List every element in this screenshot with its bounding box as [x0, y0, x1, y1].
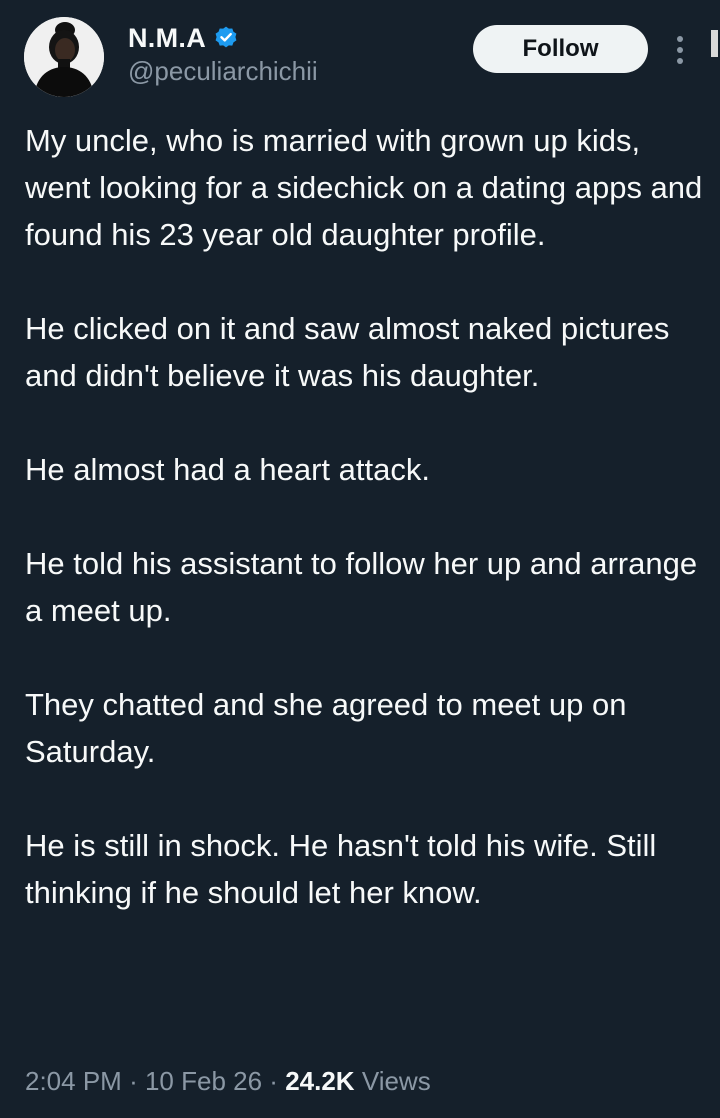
tweet-paragraph: He told his assistant to follow her up a… [25, 546, 698, 628]
tweet-meta: 2:04 PM · 10 Feb 26 · 24.2K Views [25, 1066, 431, 1097]
tweet-header: N.M.A @peculiarchichii Follow [0, 0, 720, 110]
views-label: Views [361, 1066, 431, 1096]
tweet-paragraph: My uncle, who is married with grown up k… [25, 123, 703, 252]
user-handle[interactable]: @peculiarchichii [128, 56, 318, 87]
display-name-row: N.M.A [128, 20, 239, 56]
tweet-time[interactable]: 2:04 PM [25, 1066, 122, 1096]
tweet-date[interactable]: 10 Feb 26 [145, 1066, 262, 1096]
follow-button[interactable]: Follow [473, 25, 648, 73]
meta-separator: · [269, 1066, 278, 1096]
views-count: 24.2K [285, 1066, 355, 1096]
avatar[interactable] [24, 17, 104, 97]
avatar-portrait-icon [24, 17, 104, 97]
tweet-text: My uncle, who is married with grown up k… [25, 117, 705, 916]
tweet-paragraph: He clicked on it and saw almost naked pi… [25, 311, 670, 393]
verified-badge-icon [215, 26, 237, 48]
vertical-ellipsis-icon[interactable] [668, 33, 692, 67]
tweet-paragraph: They chatted and she agreed to meet up o… [25, 687, 627, 769]
tweet-paragraph: He is still in shock. He hasn't told his… [25, 828, 657, 910]
meta-separator: · [129, 1066, 138, 1096]
display-name[interactable]: N.M.A [128, 23, 206, 54]
tweet-paragraph: He almost had a heart attack. [25, 452, 430, 487]
edge-indicator [711, 30, 718, 57]
